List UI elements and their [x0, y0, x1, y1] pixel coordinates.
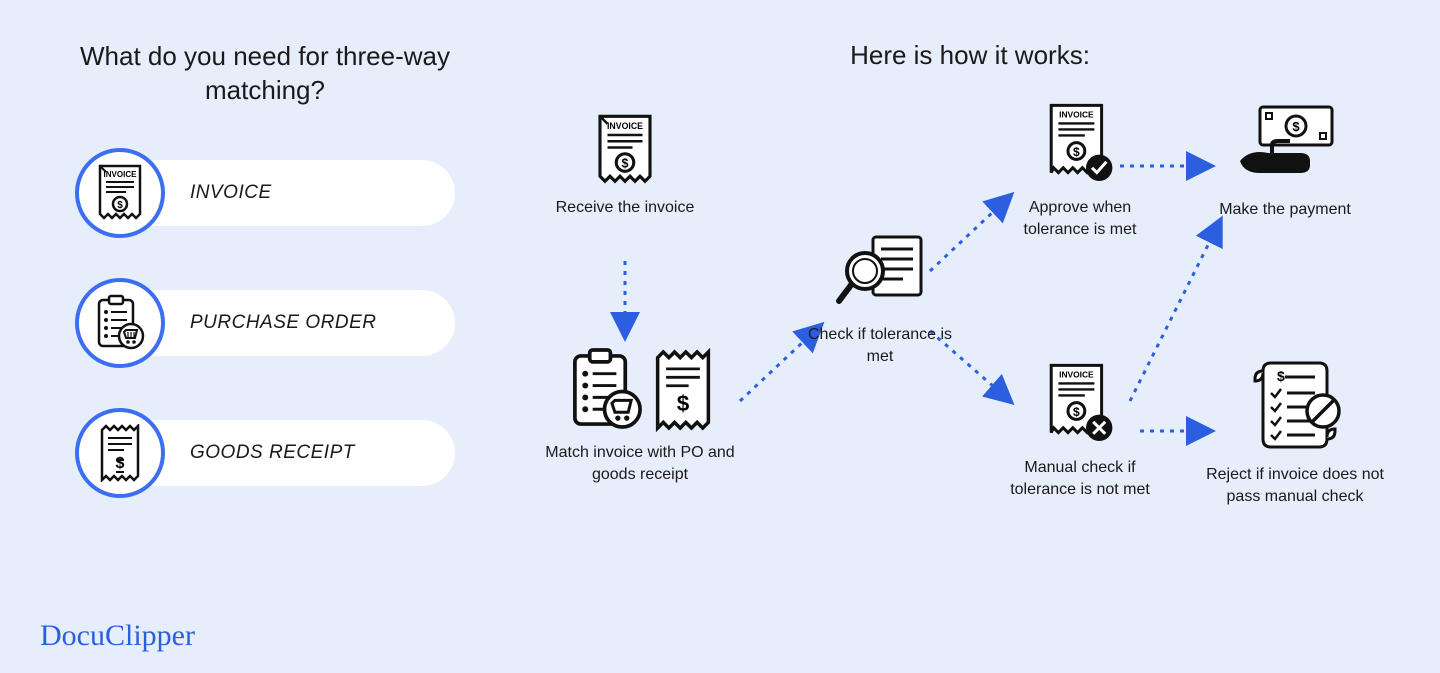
step-receive: INVOICE $ Receive the invoice — [540, 111, 710, 219]
po-and-receipt-icon: $ — [540, 346, 740, 434]
svg-text:$: $ — [1277, 368, 1285, 384]
requirement-label: GOODS RECEIPT — [190, 442, 355, 464]
step-check: Check if tolerance is met — [795, 231, 965, 367]
svg-text:$: $ — [677, 391, 690, 416]
invoice-approved-icon: INVOICE $ — [995, 101, 1165, 189]
requirement-invoice: INVOICE $ INVOICE — [75, 148, 455, 238]
magnifier-document-icon — [795, 231, 965, 316]
invoice-icon: INVOICE $ — [540, 111, 710, 189]
step-manual: INVOICE $ Manual check if tolerance is n… — [995, 361, 1165, 500]
svg-text:INVOICE: INVOICE — [104, 170, 138, 179]
svg-text:$: $ — [116, 455, 125, 472]
reject-document-icon: $ — [1200, 361, 1390, 456]
invoice-rejected-icon: INVOICE $ — [995, 361, 1165, 449]
step-label: Match invoice with PO and goods receipt — [540, 442, 740, 485]
requirements-title: What do you need for three-way matching? — [75, 40, 455, 108]
requirement-receipt: $ GOODS RECEIPT — [75, 408, 455, 498]
step-match: $ Match invoice with PO and goods receip… — [540, 346, 740, 485]
flow-diagram: INVOICE $ Receive the invoice — [540, 101, 1400, 601]
step-label: Reject if invoice does not pass manual c… — [1200, 464, 1390, 507]
flow-title: Here is how it works: — [620, 40, 1320, 71]
step-label: Approve when tolerance is met — [995, 197, 1165, 240]
step-label: Receive the invoice — [540, 197, 710, 219]
step-reject: $ Reject if invoice does not pass manual… — [1200, 361, 1390, 507]
step-label: Make the payment — [1200, 199, 1370, 221]
svg-text:$: $ — [117, 200, 123, 211]
svg-text:$: $ — [1292, 119, 1300, 134]
purchase-order-icon — [75, 278, 165, 368]
brand-logo: DocuClipper — [40, 619, 195, 653]
step-pay: $ Make the payment — [1200, 101, 1370, 221]
goods-receipt-icon: $ — [75, 408, 165, 498]
svg-text:$: $ — [622, 157, 629, 171]
svg-text:INVOICE: INVOICE — [1059, 369, 1094, 379]
step-approve: INVOICE $ Approve when tolerance is met — [995, 101, 1165, 240]
step-label: Check if tolerance is met — [795, 324, 965, 367]
requirements-panel: What do you need for three-way matching?… — [75, 40, 455, 538]
svg-text:$: $ — [1073, 145, 1080, 159]
requirement-po: PURCHASE ORDER — [75, 278, 455, 368]
svg-text:$: $ — [1073, 405, 1080, 419]
invoice-icon: INVOICE $ — [75, 148, 165, 238]
flow-panel: Here is how it works: — [540, 40, 1400, 630]
svg-text:INVOICE: INVOICE — [1059, 109, 1094, 119]
svg-text:INVOICE: INVOICE — [607, 121, 643, 131]
step-label: Manual check if tolerance is not met — [995, 457, 1165, 500]
requirement-label: PURCHASE ORDER — [190, 312, 376, 334]
payment-icon: $ — [1200, 101, 1370, 191]
requirement-label: INVOICE — [190, 182, 272, 204]
